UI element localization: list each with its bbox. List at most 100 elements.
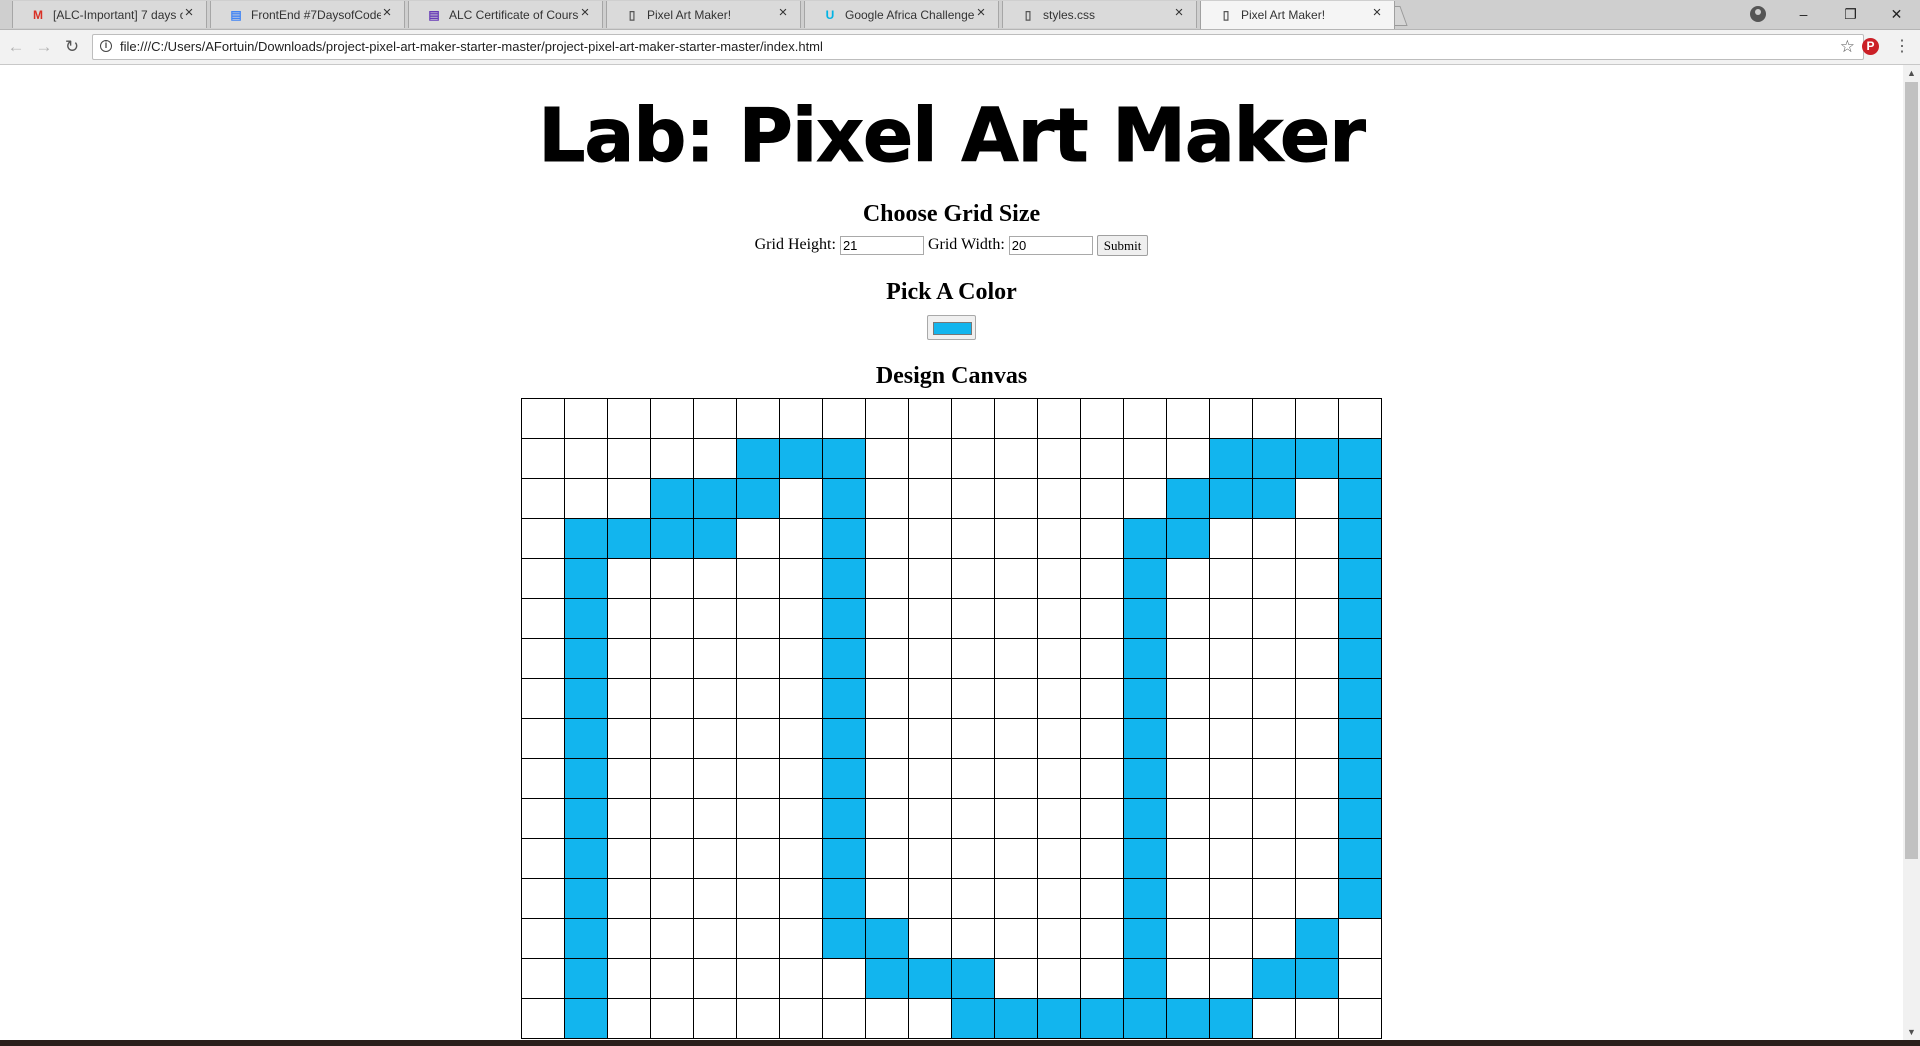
forward-arrow-icon[interactable]: → <box>34 37 54 57</box>
canvas-cell[interactable] <box>865 798 909 839</box>
canvas-cell[interactable] <box>607 518 651 559</box>
canvas-cell[interactable] <box>994 438 1038 479</box>
canvas-cell[interactable] <box>908 438 952 479</box>
canvas-cell[interactable] <box>779 398 823 439</box>
canvas-cell[interactable] <box>1295 878 1339 919</box>
canvas-cell[interactable] <box>1338 918 1382 959</box>
canvas-cell[interactable] <box>908 798 952 839</box>
canvas-cell[interactable] <box>994 478 1038 519</box>
canvas-cell[interactable] <box>1037 998 1081 1039</box>
canvas-cell[interactable] <box>1166 958 1210 999</box>
canvas-cell[interactable] <box>865 438 909 479</box>
canvas-cell[interactable] <box>693 598 737 639</box>
canvas-cell[interactable] <box>865 878 909 919</box>
canvas-cell[interactable] <box>736 838 780 879</box>
canvas-cell[interactable] <box>908 878 952 919</box>
tab-close-icon[interactable]: × <box>1172 5 1186 20</box>
tab-4[interactable]: U Google Africa Challenge × <box>804 1 999 28</box>
canvas-cell[interactable] <box>521 918 565 959</box>
canvas-cell[interactable] <box>865 758 909 799</box>
canvas-cell[interactable] <box>736 478 780 519</box>
canvas-cell[interactable] <box>736 918 780 959</box>
canvas-cell[interactable] <box>1166 558 1210 599</box>
canvas-cell[interactable] <box>1166 998 1210 1039</box>
canvas-cell[interactable] <box>908 958 952 999</box>
canvas-cell[interactable] <box>693 918 737 959</box>
canvas-cell[interactable] <box>650 758 694 799</box>
canvas-cell[interactable] <box>1338 558 1382 599</box>
canvas-cell[interactable] <box>865 838 909 879</box>
canvas-cell[interactable] <box>693 958 737 999</box>
canvas-cell[interactable] <box>1080 878 1124 919</box>
tab-close-icon[interactable]: × <box>182 5 196 20</box>
canvas-cell[interactable] <box>779 998 823 1039</box>
canvas-cell[interactable] <box>779 598 823 639</box>
canvas-cell[interactable] <box>822 718 866 759</box>
canvas-cell[interactable] <box>1209 878 1253 919</box>
canvas-cell[interactable] <box>736 798 780 839</box>
canvas-cell[interactable] <box>1123 478 1167 519</box>
canvas-cell[interactable] <box>951 798 995 839</box>
canvas-cell[interactable] <box>1252 518 1296 559</box>
canvas-cell[interactable] <box>951 878 995 919</box>
canvas-cell[interactable] <box>650 798 694 839</box>
canvas-cell[interactable] <box>650 718 694 759</box>
canvas-cell[interactable] <box>1252 838 1296 879</box>
canvas-cell[interactable] <box>650 478 694 519</box>
canvas-cell[interactable] <box>1037 438 1081 479</box>
canvas-cell[interactable] <box>1209 758 1253 799</box>
canvas-cell[interactable] <box>693 718 737 759</box>
canvas-cell[interactable] <box>693 678 737 719</box>
profile-icon[interactable] <box>1750 6 1766 22</box>
canvas-cell[interactable] <box>1037 398 1081 439</box>
canvas-cell[interactable] <box>1080 998 1124 1039</box>
pixel-canvas[interactable] <box>521 398 1382 1039</box>
canvas-cell[interactable] <box>521 718 565 759</box>
canvas-cell[interactable] <box>1080 598 1124 639</box>
canvas-cell[interactable] <box>1252 438 1296 479</box>
canvas-cell[interactable] <box>908 678 952 719</box>
grid-height-input[interactable] <box>839 236 924 255</box>
canvas-cell[interactable] <box>1338 878 1382 919</box>
canvas-cell[interactable] <box>1338 798 1382 839</box>
canvas-cell[interactable] <box>1037 518 1081 559</box>
canvas-cell[interactable] <box>822 958 866 999</box>
canvas-cell[interactable] <box>1338 718 1382 759</box>
canvas-cell[interactable] <box>1295 478 1339 519</box>
canvas-cell[interactable] <box>1338 838 1382 879</box>
canvas-cell[interactable] <box>564 798 608 839</box>
canvas-cell[interactable] <box>1338 518 1382 559</box>
canvas-cell[interactable] <box>1252 638 1296 679</box>
canvas-cell[interactable] <box>1252 798 1296 839</box>
canvas-cell[interactable] <box>607 678 651 719</box>
canvas-cell[interactable] <box>607 638 651 679</box>
canvas-cell[interactable] <box>994 558 1038 599</box>
canvas-cell[interactable] <box>564 638 608 679</box>
canvas-cell[interactable] <box>564 958 608 999</box>
canvas-cell[interactable] <box>736 558 780 599</box>
canvas-cell[interactable] <box>1209 998 1253 1039</box>
canvas-cell[interactable] <box>951 718 995 759</box>
canvas-cell[interactable] <box>1123 678 1167 719</box>
tab-6[interactable]: ▯ Pixel Art Maker! × <box>1200 1 1395 29</box>
canvas-cell[interactable] <box>1123 558 1167 599</box>
canvas-cell[interactable] <box>521 958 565 999</box>
tab-3[interactable]: ▯ Pixel Art Maker! × <box>606 1 801 28</box>
canvas-cell[interactable] <box>779 438 823 479</box>
canvas-cell[interactable] <box>1037 798 1081 839</box>
canvas-cell[interactable] <box>1295 638 1339 679</box>
canvas-cell[interactable] <box>951 838 995 879</box>
canvas-cell[interactable] <box>865 638 909 679</box>
canvas-cell[interactable] <box>1295 598 1339 639</box>
canvas-cell[interactable] <box>1123 598 1167 639</box>
canvas-cell[interactable] <box>822 758 866 799</box>
canvas-cell[interactable] <box>1166 518 1210 559</box>
canvas-cell[interactable] <box>1123 758 1167 799</box>
canvas-cell[interactable] <box>1037 958 1081 999</box>
canvas-cell[interactable] <box>1037 718 1081 759</box>
tab-1[interactable]: ▤ FrontEnd #7DaysofCode(× <box>210 1 405 28</box>
canvas-cell[interactable] <box>1295 958 1339 999</box>
canvas-cell[interactable] <box>650 958 694 999</box>
scroll-down-icon[interactable]: ▼ <box>1903 1024 1920 1041</box>
canvas-cell[interactable] <box>994 398 1038 439</box>
